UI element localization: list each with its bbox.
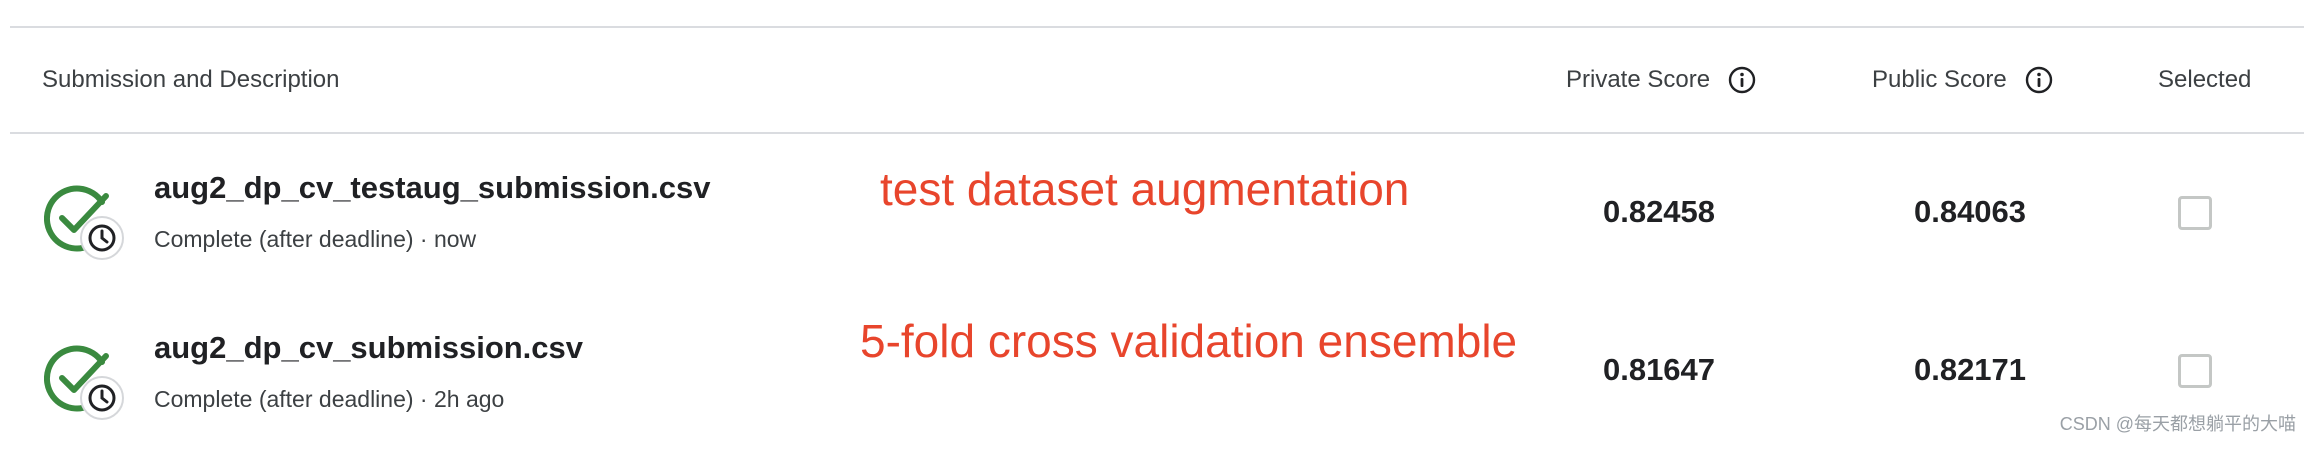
annotation-text: 5-fold cross validation ensemble bbox=[860, 315, 1518, 367]
info-icon[interactable] bbox=[2025, 66, 2053, 94]
check-clock-icon bbox=[44, 345, 124, 420]
table-row[interactable]: aug2_dp_cv_submission.csv Complete (afte… bbox=[10, 294, 2304, 454]
annotation-text: test dataset augmentation bbox=[880, 163, 1410, 215]
table-row[interactable]: aug2_dp_cv_testaug_submission.csv Comple… bbox=[10, 134, 2304, 294]
header-private-score[interactable]: Private Score bbox=[1566, 28, 1756, 132]
selected-checkbox[interactable] bbox=[2178, 196, 2212, 230]
private-score-value: 0.81647 bbox=[1602, 352, 1716, 387]
submission-file-name[interactable]: aug2_dp_cv_testaug_submission.csv bbox=[154, 170, 711, 206]
table-header: Submission and Description Private Score… bbox=[10, 28, 2304, 134]
watermark: CSDN @每天都想躺平的大喵 bbox=[2059, 414, 2296, 434]
header-private-score-label: Private Score bbox=[1566, 66, 1711, 93]
check-clock-icon bbox=[44, 185, 124, 260]
header-submission[interactable]: Submission and Description bbox=[42, 28, 339, 132]
header-public-score-label: Public Score bbox=[1872, 66, 2007, 93]
info-icon[interactable] bbox=[1728, 66, 1756, 94]
submission-file-name[interactable]: aug2_dp_cv_submission.csv bbox=[154, 330, 583, 366]
selected-checkbox[interactable] bbox=[2178, 354, 2212, 388]
submission-status: Complete (after deadline) · 2h ago bbox=[154, 386, 505, 412]
public-score-value: 0.84063 bbox=[1913, 194, 2027, 229]
header-selected-label: Selected bbox=[2158, 66, 2252, 93]
private-score-value: 0.82458 bbox=[1602, 194, 1716, 229]
public-score-value: 0.82171 bbox=[1913, 352, 2027, 387]
header-selected[interactable]: Selected bbox=[2158, 28, 2251, 132]
submission-status: Complete (after deadline) · now bbox=[154, 226, 477, 252]
header-submission-label: Submission and Description bbox=[42, 66, 340, 93]
header-public-score[interactable]: Public Score bbox=[1872, 28, 2053, 132]
